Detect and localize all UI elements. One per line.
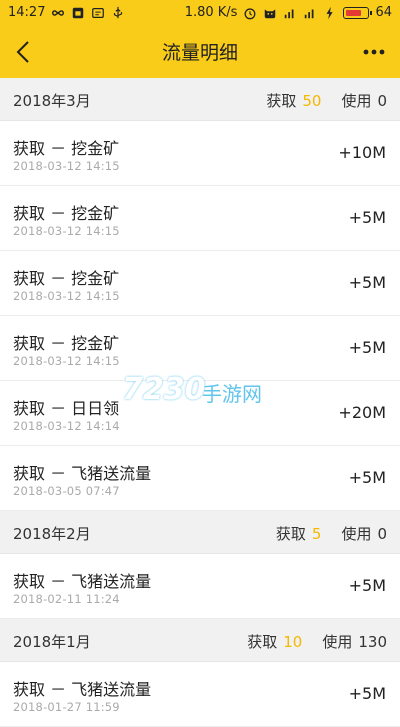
nav-bar: 流量明细: [0, 26, 400, 78]
section-stats: 获取 10 使用 130: [247, 631, 387, 652]
item-time: 2018-01-27 11:59: [13, 700, 120, 714]
traffic-detail-list: 2018年3月 获取 50 使用 0 获取 － 挖金矿 2018-03-12 1…: [0, 78, 400, 727]
item-time: 2018-03-12 14:15: [13, 159, 120, 173]
item-amount: +5M: [348, 576, 386, 595]
list-item[interactable]: 获取 － 飞猪送流量 2018-03-05 07:47 +5M: [0, 446, 400, 511]
earn-value: 50: [302, 92, 322, 110]
item-title: 获取 － 飞猪送流量: [13, 680, 152, 699]
item-title: 获取 － 挖金矿: [13, 334, 120, 353]
used-value: 0: [377, 525, 387, 543]
battery-level: 64: [375, 5, 392, 20]
section-month: 2018年1月: [13, 633, 91, 651]
item-amount: +5M: [348, 684, 386, 703]
item-title: 获取 － 飞猪送流量: [13, 464, 152, 483]
alarm-icon: [244, 7, 256, 19]
more-button[interactable]: [360, 38, 388, 66]
item-amount: +5M: [348, 338, 386, 357]
status-time: 14:27: [8, 5, 46, 20]
message-icon: [92, 7, 105, 18]
used-label: 使用: [322, 633, 353, 651]
charging-icon: [326, 6, 334, 19]
section-header: 2018年2月 获取 5 使用 0: [0, 511, 400, 554]
item-time: 2018-03-12 14:15: [13, 224, 120, 238]
list-item[interactable]: 获取 － 挖金矿 2018-03-12 14:15 +5M: [0, 186, 400, 251]
item-time: 2018-03-12 14:15: [13, 354, 120, 368]
earn-label: 获取: [275, 525, 306, 543]
earn-label: 获取: [266, 92, 297, 110]
usb-icon: [114, 6, 123, 18]
list-item[interactable]: 获取 － 飞猪送流量 2018-02-11 11:24 +5M: [0, 554, 400, 619]
status-bar: 14:27 1.80 K/s 64: [0, 0, 400, 26]
section-header: 2018年1月 获取 10 使用 130: [0, 619, 400, 662]
network-speed: 1.80 K/s: [184, 5, 238, 20]
section-month: 2018年2月: [13, 525, 91, 543]
app-notification-icon: [73, 7, 84, 18]
item-title: 获取 － 挖金矿: [13, 139, 120, 158]
used-label: 使用: [341, 525, 372, 543]
item-amount: +10M: [338, 143, 386, 162]
battery-icon: [343, 6, 373, 19]
item-title: 获取 － 日日领: [13, 399, 120, 418]
item-time: 2018-03-12 14:15: [13, 289, 120, 303]
infinity-icon: [52, 9, 65, 16]
item-amount: +20M: [338, 403, 386, 422]
section-header: 2018年3月 获取 50 使用 0: [0, 78, 400, 121]
item-title: 获取 － 挖金矿: [13, 269, 120, 288]
page-title: 流量明细: [161, 42, 238, 64]
list-item[interactable]: 获取 － 挖金矿 2018-03-12 14:15 +10M: [0, 121, 400, 186]
section-stats: 获取 50 使用 0: [266, 90, 387, 111]
list-item[interactable]: 获取 － 飞猪送流量 2018-01-27 11:59 +5M: [0, 662, 400, 727]
item-amount: +5M: [348, 273, 386, 292]
list-item[interactable]: 获取 － 挖金矿 2018-03-12 14:15 +5M: [0, 251, 400, 316]
list-item[interactable]: 获取 － 日日领 2018-03-12 14:14 +20M: [0, 381, 400, 446]
cat-face-icon: [265, 9, 276, 18]
section-stats: 获取 5 使用 0: [276, 523, 387, 544]
item-amount: +5M: [348, 468, 386, 487]
item-title: 获取 － 飞猪送流量: [13, 572, 152, 591]
item-time: 2018-03-12 14:14: [13, 419, 120, 433]
signal-icon-2: [305, 9, 314, 18]
top-bar: 14:27 1.80 K/s 64 流量明细: [0, 0, 400, 78]
earn-label: 获取: [247, 633, 278, 651]
item-time: 2018-03-05 07:47: [13, 484, 120, 498]
signal-icon: [285, 9, 294, 18]
item-amount: +5M: [348, 208, 386, 227]
used-value: 130: [358, 633, 387, 651]
used-label: 使用: [341, 92, 372, 110]
earn-value: 5: [311, 525, 322, 543]
list-item[interactable]: 获取 － 挖金矿 2018-03-12 14:15 +5M: [0, 316, 400, 381]
earn-value: 10: [283, 633, 303, 651]
item-time: 2018-02-11 11:24: [13, 592, 120, 606]
item-title: 获取 － 挖金矿: [13, 204, 120, 223]
used-value: 0: [377, 92, 387, 110]
more-dots-icon: [363, 49, 385, 55]
section-month: 2018年3月: [13, 92, 91, 110]
